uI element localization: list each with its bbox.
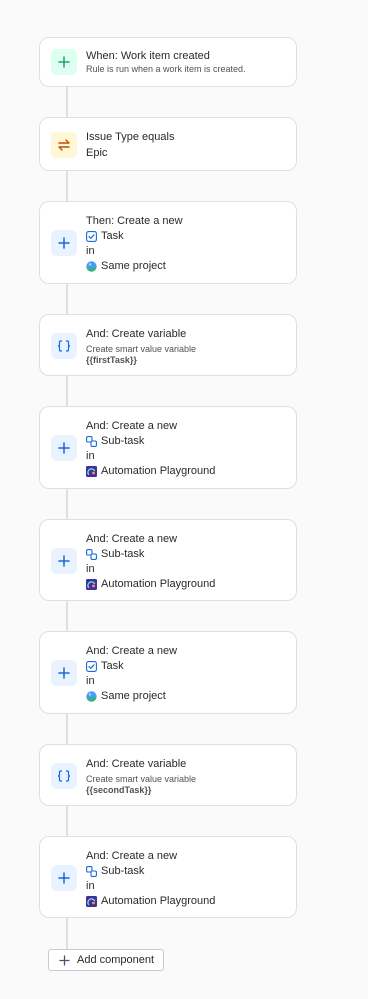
project-avatar-icon	[86, 465, 97, 477]
action-card-create-task[interactable]: Then: Create a new Task in Same project	[39, 201, 297, 284]
action-title: And: Create variable	[86, 758, 187, 770]
project-avatar-icon	[86, 578, 97, 590]
action-title: And: Create a new	[86, 420, 178, 432]
condition-card[interactable]: Issue Type equals Epic	[39, 117, 297, 171]
task-type-icon	[86, 230, 97, 242]
add-component-button[interactable]: Add component	[48, 949, 164, 971]
project-label: Automation Playground	[101, 578, 216, 590]
action-card-create-subtask[interactable]: And: Create a new Sub-task in Automation…	[39, 836, 297, 918]
action-title: And: Create variable	[86, 328, 187, 340]
issue-type-label: Sub-task	[101, 865, 145, 877]
connector-line	[66, 284, 68, 314]
connector-line	[66, 87, 68, 117]
action-title: And: Create a new	[86, 850, 178, 862]
project-label: Same project	[101, 690, 166, 702]
in-label: in	[86, 675, 95, 687]
action-title: And: Create a new	[86, 645, 178, 657]
plus-icon	[51, 548, 77, 574]
connector-line	[66, 601, 68, 631]
action-description: Create smart value variable	[86, 774, 197, 784]
issue-type-label: Task	[101, 660, 124, 672]
in-label: in	[86, 563, 95, 575]
plus-icon	[51, 230, 77, 256]
subtask-type-icon	[86, 548, 97, 560]
connector-line	[66, 489, 68, 519]
variable-name: {{secondTask}}	[86, 785, 152, 795]
project-avatar-icon	[86, 895, 97, 907]
project-label: Automation Playground	[101, 895, 216, 907]
globe-icon	[86, 690, 97, 702]
connector-line	[66, 806, 68, 836]
globe-icon	[86, 260, 97, 272]
add-component-label: Add component	[77, 954, 155, 966]
issue-type-label: Sub-task	[101, 548, 145, 560]
condition-title: Issue Type equals	[86, 131, 175, 143]
connector-line	[66, 171, 68, 201]
variable-name: {{firstTask}}	[86, 355, 137, 365]
in-label: in	[86, 245, 95, 257]
plus-icon	[51, 865, 77, 891]
action-card-create-subtask[interactable]: And: Create a new Sub-task in Automation…	[39, 519, 297, 601]
subtask-type-icon	[86, 865, 97, 877]
action-card-create-variable[interactable]: And: Create variable Create smart value …	[39, 314, 297, 376]
task-type-icon	[86, 660, 97, 672]
issue-type-label: Sub-task	[101, 435, 145, 447]
connector-line	[66, 714, 68, 744]
trigger-card[interactable]: When: Work item created Rule is run when…	[39, 37, 297, 87]
plus-icon	[59, 954, 70, 966]
condition-value: Epic	[86, 147, 108, 159]
swap-icon	[51, 132, 77, 158]
in-label: in	[86, 880, 95, 892]
curly-braces-icon	[51, 763, 77, 789]
action-title: And: Create a new	[86, 533, 178, 545]
action-title: Then: Create a new	[86, 215, 183, 227]
plus-icon	[51, 49, 77, 75]
action-card-create-subtask[interactable]: And: Create a new Sub-task in Automation…	[39, 406, 297, 489]
plus-icon	[51, 660, 77, 686]
action-description: Create smart value variable	[86, 344, 197, 354]
action-card-create-task[interactable]: And: Create a new Task in Same project	[39, 631, 297, 714]
action-card-create-variable[interactable]: And: Create variable Create smart value …	[39, 744, 297, 806]
connector-line	[66, 918, 68, 949]
project-label: Automation Playground	[101, 465, 216, 477]
project-label: Same project	[101, 260, 166, 272]
trigger-title: When: Work item created	[86, 50, 210, 62]
subtask-type-icon	[86, 435, 97, 447]
curly-braces-icon	[51, 333, 77, 359]
in-label: in	[86, 450, 95, 462]
connector-line	[66, 376, 68, 406]
issue-type-label: Task	[101, 230, 124, 242]
trigger-description: Rule is run when a work item is created.	[86, 64, 246, 74]
plus-icon	[51, 435, 77, 461]
